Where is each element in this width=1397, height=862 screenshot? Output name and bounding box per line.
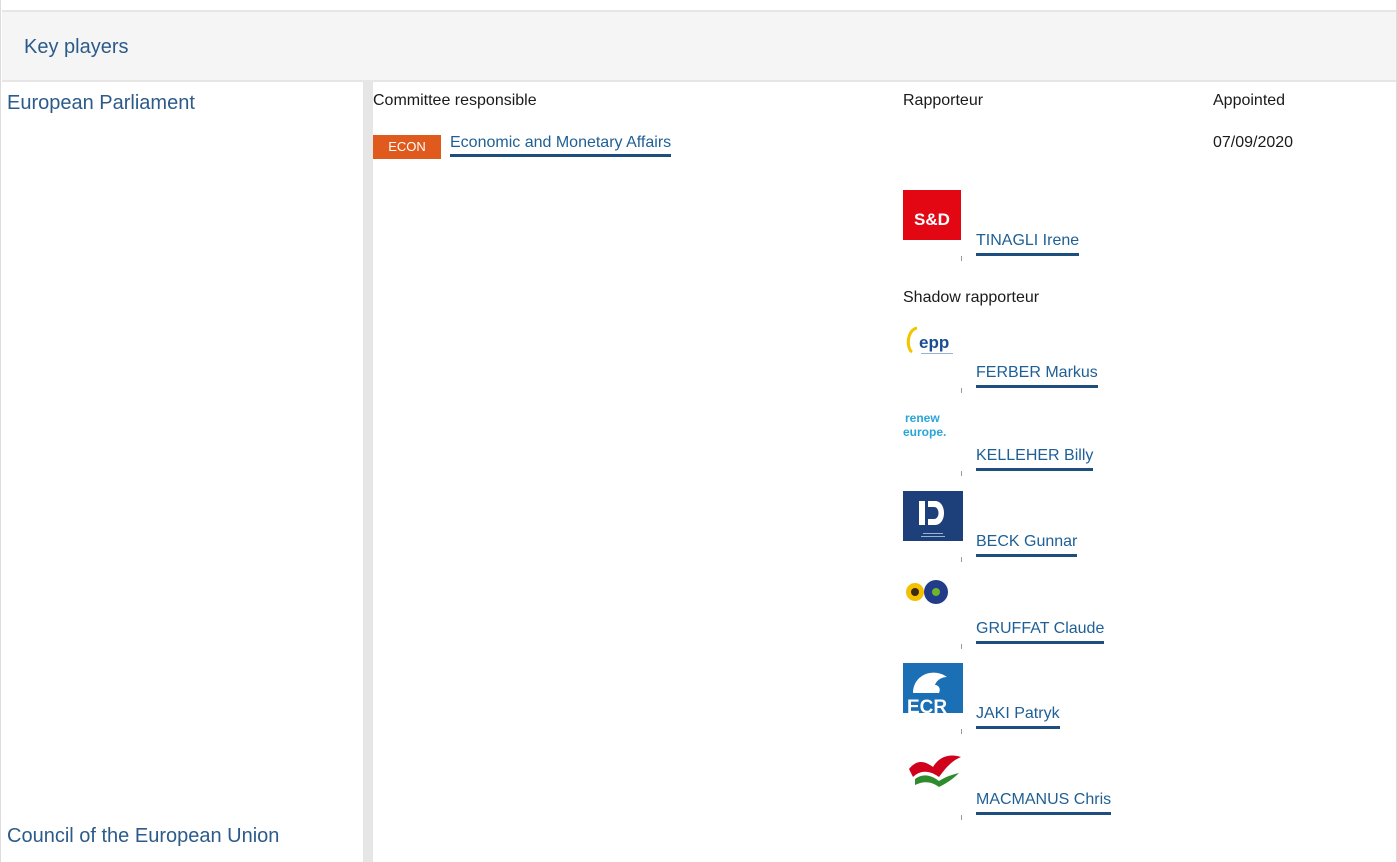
renew-europe-logo: renew europe.	[903, 411, 946, 439]
divider-tick	[961, 644, 962, 649]
shadow-rapporteur-entry: epp FERBER Markus	[903, 322, 1163, 393]
shadow-rapporteur-label: Shadow rapporteur	[903, 289, 1040, 306]
column-separator	[363, 82, 373, 862]
shadow-rapporteur-entry: renew europe. KELLEHER Billy	[903, 405, 1163, 476]
appointed-date: 07/09/2020	[1213, 134, 1294, 151]
appointed-column-header: Appointed	[1213, 92, 1286, 109]
rapporteur-name-link[interactable]: TINAGLI Irene	[976, 232, 1080, 256]
rapporteur-entry: S&D TINAGLI Irene	[903, 190, 1163, 261]
institution-council: Council of the European Union	[7, 825, 280, 847]
shadow-name-link[interactable]: JAKI Patryk	[976, 705, 1060, 729]
svg-text:epp: epp	[919, 333, 949, 352]
the-left-logo	[909, 755, 961, 787]
committee-badge: ECON	[373, 135, 441, 159]
ecr-logo: ECR	[903, 663, 963, 713]
shadow-rapporteur-entry: BECK Gunnar	[903, 491, 1163, 562]
greens-efa-logo	[906, 580, 948, 604]
id-logo	[903, 491, 963, 541]
divider-tick	[961, 815, 962, 820]
s-and-d-logo: S&D	[903, 190, 961, 240]
committee-name-cell: Economic and Monetary Affairs	[450, 134, 672, 157]
epp-logo: epp	[906, 326, 953, 354]
divider-tick	[961, 256, 962, 261]
section-title: Key players	[24, 36, 129, 58]
divider-tick	[961, 471, 962, 476]
divider-tick	[961, 729, 962, 734]
svg-text:europe.: europe.	[903, 425, 946, 439]
divider-tick	[961, 388, 962, 393]
committee-link[interactable]: Economic and Monetary Affairs	[450, 134, 672, 157]
rapporteur-column-header: Rapporteur	[903, 92, 984, 109]
shadow-name-link[interactable]: KELLEHER Billy	[976, 447, 1094, 471]
shadow-name-link[interactable]: FERBER Markus	[976, 364, 1098, 388]
divider-tick	[961, 557, 962, 562]
institution-european-parliament: European Parliament	[7, 92, 195, 114]
svg-text:ECR: ECR	[907, 697, 947, 713]
committee-column-header: Committee responsible	[373, 92, 537, 109]
svg-text:S&D: S&D	[914, 210, 950, 229]
shadow-name-link[interactable]: MACMANUS Chris	[976, 791, 1112, 815]
shadow-name-link[interactable]: GRUFFAT Claude	[976, 620, 1105, 644]
svg-text:renew: renew	[905, 411, 940, 425]
shadow-rapporteur-entry: ECR JAKI Patryk	[903, 663, 1163, 734]
shadow-rapporteur-entry: GRUFFAT Claude	[903, 578, 1163, 649]
section-header: Key players	[2, 10, 1396, 82]
shadow-rapporteur-entry: MACMANUS Chris	[903, 749, 1163, 820]
key-players-panel: Key players European Parliament Council …	[0, 0, 1397, 862]
shadow-name-link[interactable]: BECK Gunnar	[976, 533, 1078, 557]
